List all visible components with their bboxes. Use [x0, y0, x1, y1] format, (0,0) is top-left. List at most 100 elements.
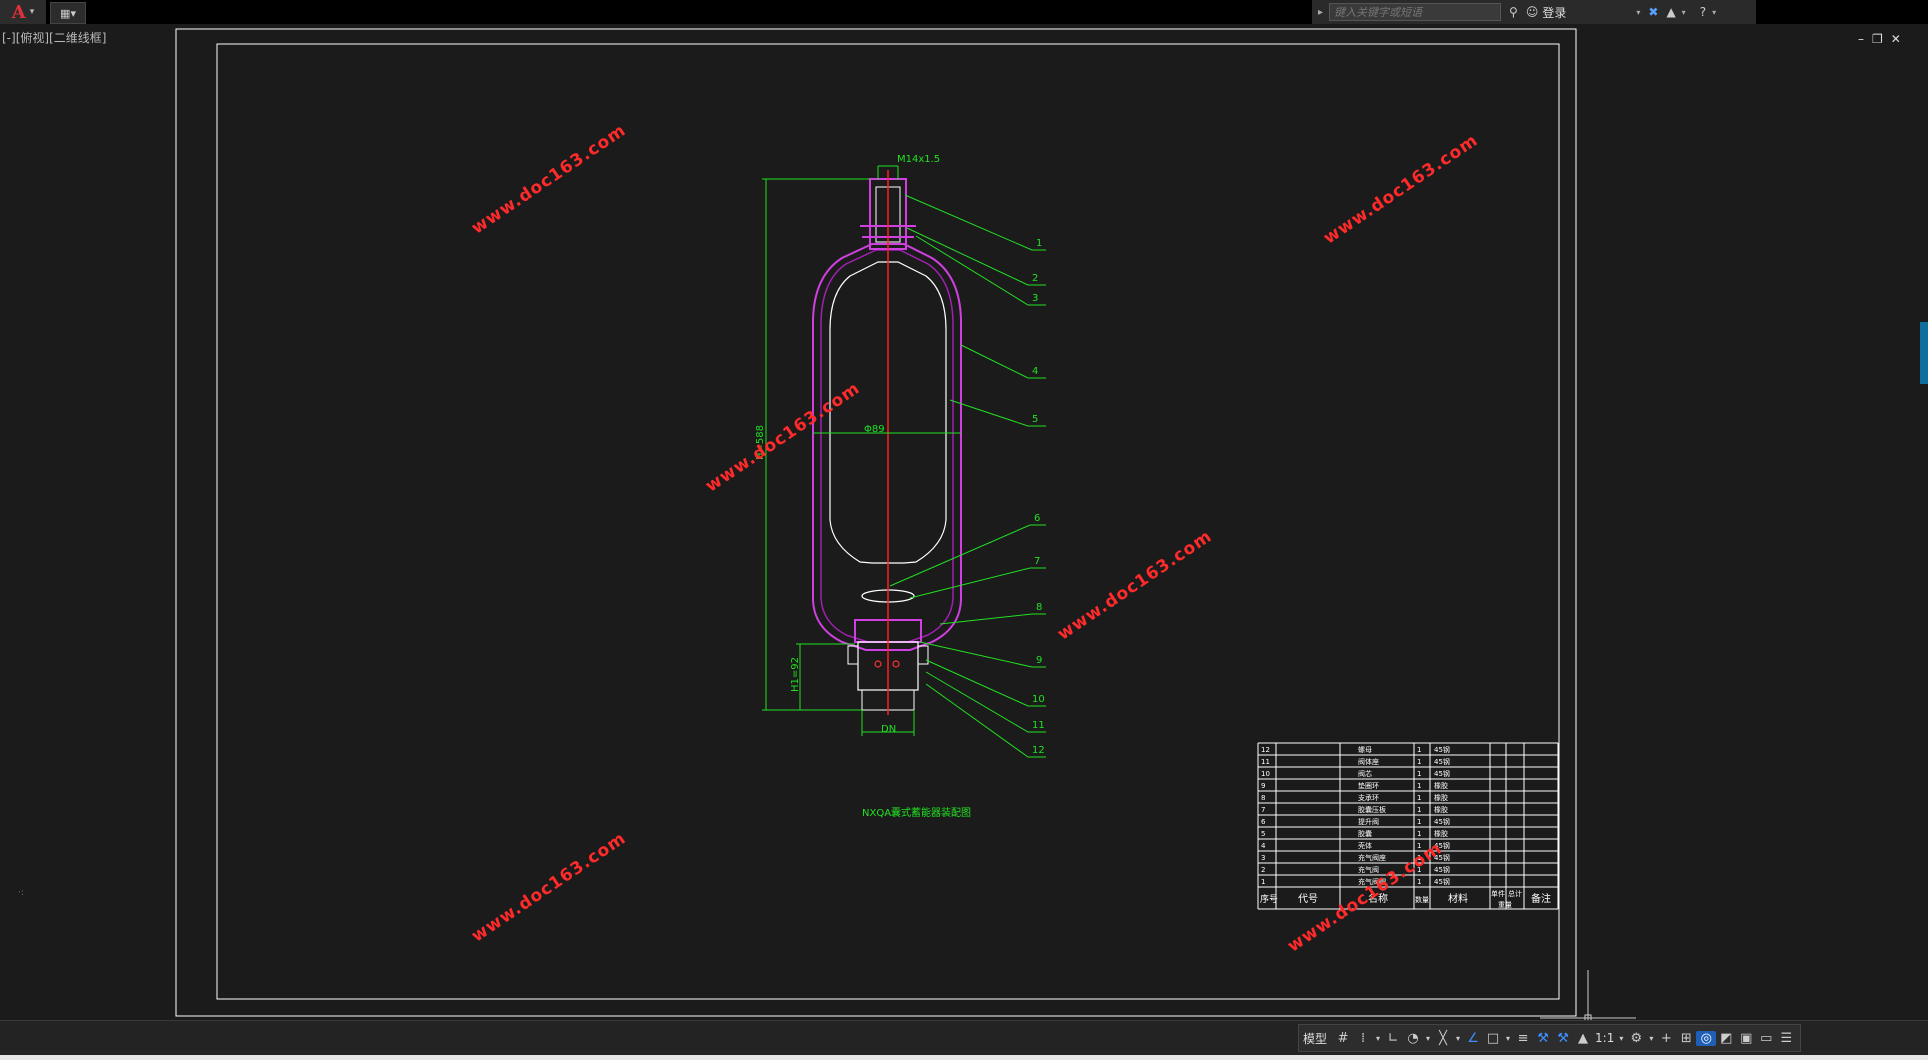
table-cell-material: 45钢 [1434, 745, 1450, 754]
table-cell-name: 胶囊 [1358, 829, 1372, 838]
table-cell-material: 45钢 [1434, 757, 1450, 766]
chevron-down-icon[interactable]: ▾ [1646, 1034, 1656, 1043]
port-nut-left [847, 645, 859, 665]
annotation-scale-value[interactable]: 1:1 [1595, 1031, 1614, 1045]
annotation-monitor-icon[interactable]: + [1656, 1031, 1676, 1046]
table-cell-name: 垫圈环 [1358, 781, 1379, 790]
dim-h1-text: H1=92 [790, 657, 801, 692]
table-header-material: 材料 [1448, 892, 1468, 905]
shell-outline [812, 243, 962, 651]
table-header-note: 备注 [1531, 892, 1551, 905]
annotation-visibility-icon[interactable]: ⚒ [1533, 1031, 1553, 1046]
object-snap-icon[interactable]: □ [1483, 1031, 1503, 1046]
table-cell-qty: 1 [1417, 758, 1421, 766]
status-bar-tools: 模型 # ⁞ ▾ ∟ ◔ ▾ ╳ ▾ ∠ □ ▾ ≡ ⚒ ⚒ ▲ 1:1 ▾ ⚙… [1298, 1024, 1802, 1052]
table-cell-no: 11 [1261, 758, 1270, 766]
table-cell-name: 胶囊压板 [1358, 805, 1386, 814]
ucs-marker: ·: [18, 888, 24, 898]
chevron-down-icon[interactable]: ▾ [1503, 1034, 1513, 1043]
table-cell-no: 3 [1261, 854, 1265, 862]
table-header-weight-total: 总计 [1508, 889, 1522, 898]
balloon-number: 3 [1032, 293, 1038, 304]
auto-scale-icon[interactable]: ⚒ [1553, 1031, 1573, 1046]
object-snap-tracking-icon[interactable]: ∠ [1463, 1031, 1483, 1046]
table-cell-name: 阀芯 [1358, 769, 1372, 778]
table-cell-name: 支承环 [1358, 793, 1379, 802]
balloon-number: 5 [1032, 414, 1038, 425]
accumulator-assembly [812, 170, 962, 715]
table-cell-material: 45钢 [1434, 865, 1450, 874]
table-cell-qty: 1 [1417, 794, 1421, 802]
table-cell-material: 橡胶 [1434, 829, 1448, 838]
grid-icon[interactable]: # [1333, 1031, 1353, 1046]
table-cell-material: 橡胶 [1434, 793, 1448, 802]
balloon-number: 9 [1036, 655, 1042, 666]
table-cell-no: 7 [1261, 806, 1265, 814]
table-header-qty: 数量 [1415, 895, 1429, 904]
table-cell-qty: 1 [1417, 878, 1421, 886]
table-cell-name: 充气阀座 [1358, 853, 1386, 862]
leader-line [925, 671, 1046, 733]
table-cell-qty: 1 [1417, 818, 1421, 826]
balloon-number: 4 [1032, 366, 1038, 377]
balloon-number: 8 [1036, 602, 1042, 613]
table-cell-no: 2 [1261, 866, 1265, 874]
workspace-switching-icon[interactable]: ⚙ [1626, 1031, 1646, 1046]
leader-line [919, 641, 1046, 668]
clean-screen-icon[interactable]: ▭ [1756, 1031, 1776, 1046]
table-cell-no: 8 [1261, 794, 1265, 802]
ortho-icon[interactable]: ∟ [1383, 1031, 1403, 1046]
isolate-objects-icon[interactable]: ◎ [1696, 1030, 1717, 1046]
table-cell-qty: 1 [1417, 746, 1421, 754]
polar-icon[interactable]: ◔ [1403, 1031, 1423, 1046]
table-header-weight-single: 单件 [1491, 889, 1505, 898]
table-cell-material: 45钢 [1434, 817, 1450, 826]
drawing-caption: NXQA囊式蓄能器装配图 [862, 806, 971, 819]
parts-list-table: 12 螺母 1 45钢11 阀体座 1 45钢10 阀芯 1 45钢9 垫圈环 1 橡胶8 支承环 1 橡胶7… [1257, 742, 1559, 910]
chevron-down-icon[interactable]: ▾ [1373, 1034, 1383, 1043]
leader-line [889, 524, 1046, 587]
table-cell-no: 9 [1261, 782, 1265, 790]
balloon-number: 2 [1032, 273, 1038, 284]
snap-icon[interactable]: ⁞ [1353, 1031, 1373, 1046]
annotation-scale-icon[interactable]: ▲ [1573, 1031, 1593, 1046]
chevron-down-icon[interactable]: ▾ [1423, 1034, 1433, 1043]
balloon-number: 10 [1032, 694, 1045, 705]
dimensions [762, 165, 961, 736]
pin-left [874, 660, 882, 668]
quick-properties-icon[interactable]: ▣ [1736, 1031, 1756, 1046]
customization-menu-icon[interactable]: ☰ [1776, 1031, 1796, 1046]
balloon-number: 7 [1034, 556, 1040, 567]
table-cell-no: 1 [1261, 878, 1265, 886]
table-cell-name: 提升阀 [1358, 817, 1379, 826]
dim-top-text: M14x1.5 [897, 154, 940, 165]
model-space-button[interactable]: 模型 [1303, 1030, 1327, 1047]
table-cell-qty: 1 [1417, 770, 1421, 778]
chevron-down-icon[interactable]: ▾ [1453, 1034, 1463, 1043]
table-cell-no: 12 [1261, 746, 1270, 754]
units-icon[interactable]: ⊞ [1676, 1031, 1696, 1046]
chevron-down-icon[interactable]: ▾ [1616, 1034, 1626, 1043]
table-cell-material: 橡胶 [1434, 805, 1448, 814]
table-cell-material: 45钢 [1434, 769, 1450, 778]
table-cell-material: 45钢 [1434, 877, 1450, 886]
isodraft-icon[interactable]: ╳ [1433, 1031, 1453, 1046]
taskbar-edge [0, 1055, 1928, 1060]
table-cell-material: 橡胶 [1434, 781, 1448, 790]
table-cell-name: 壳体 [1358, 841, 1372, 850]
table-cell-qty: 1 [1417, 782, 1421, 790]
side-scroll-indicator[interactable] [1920, 322, 1928, 384]
table-cell-no: 10 [1261, 770, 1270, 778]
dim-bottom-text: DN [881, 724, 896, 735]
table-header-weight: 重量 [1498, 901, 1512, 909]
balloon-number: 1 [1036, 238, 1042, 249]
table-cell-no: 5 [1261, 830, 1265, 838]
hardware-acceleration-icon[interactable]: ◩ [1716, 1031, 1736, 1046]
balloon-number: 11 [1032, 720, 1045, 731]
table-header-code: 代号 [1298, 893, 1318, 905]
port-nut-right [917, 645, 929, 665]
table-cell-name: 阀体座 [1358, 757, 1379, 766]
drawing-canvas[interactable]: M14x1.5 Φ89 H=588 H1=92 DN 1234567891011… [0, 0, 1928, 1060]
lineweight-icon[interactable]: ≡ [1513, 1031, 1533, 1046]
table-cell-no: 4 [1261, 842, 1266, 850]
